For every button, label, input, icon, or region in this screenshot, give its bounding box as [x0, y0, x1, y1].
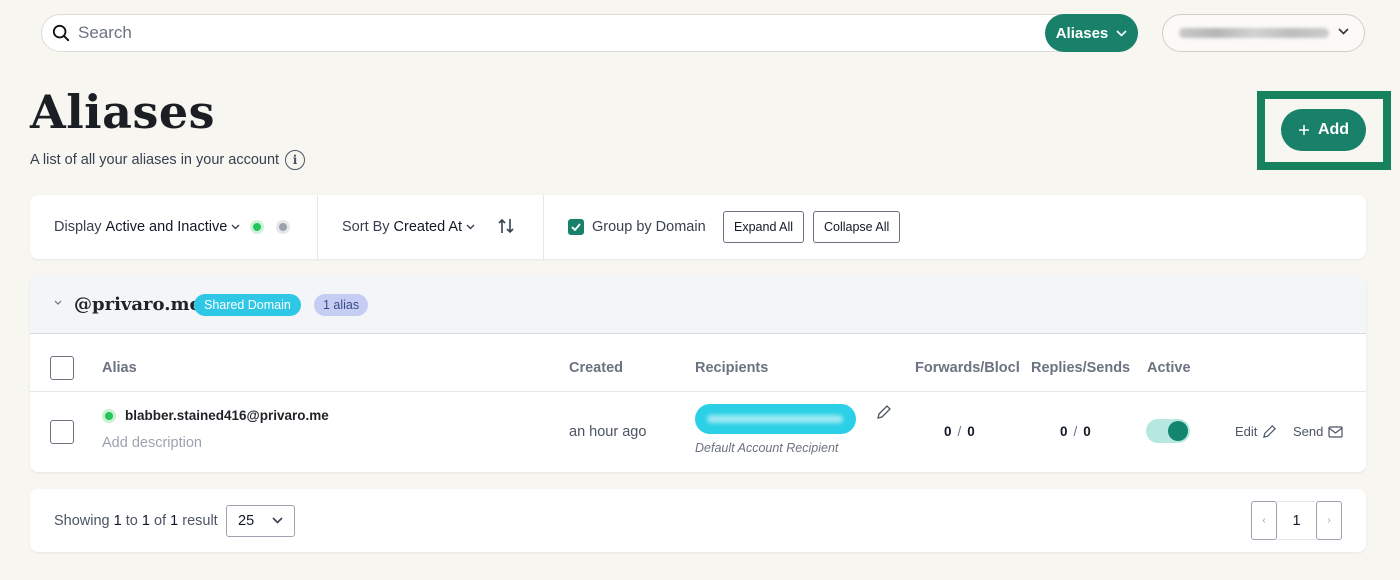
domain-group-header: @privaro.me Shared Domain 1 alias — [30, 276, 1366, 334]
sort-dropdown[interactable]: Sort By Created At — [342, 219, 475, 235]
search-bar: Aliases — [41, 14, 1138, 52]
search-input[interactable] — [78, 19, 1038, 47]
replies-count: 0 — [1060, 424, 1068, 439]
column-header-forwards-blocks[interactable]: Forwards/Blocks — [915, 360, 1019, 376]
mail-icon — [1328, 425, 1343, 438]
sort-value: Created At — [393, 219, 463, 235]
send-from-alias-button[interactable]: Send — [1293, 424, 1343, 439]
recipient-note: Default Account Recipient — [695, 441, 839, 455]
column-header-recipients: Recipients — [695, 360, 769, 376]
group-by-domain-label: Group by Domain — [592, 219, 706, 235]
alias-count-badge: 1 alias — [314, 294, 369, 316]
group-by-domain-option: Group by Domain — [568, 219, 706, 235]
forwards-blocks-count: 0/0 — [944, 424, 975, 439]
row-checkbox[interactable] — [50, 420, 74, 444]
shared-domain-badge: Shared Domain — [194, 294, 301, 316]
chevron-down-icon[interactable] — [54, 300, 62, 306]
select-all-checkbox[interactable] — [50, 356, 74, 380]
display-filter-value: Active and Inactive — [105, 219, 228, 235]
forwards-count: 0 — [944, 424, 952, 439]
divider — [317, 195, 318, 259]
results-summary: Showing 1 to 1 of 1 result — [54, 513, 218, 529]
domain-group-panel: @privaro.me Shared Domain 1 alias Alias … — [30, 276, 1366, 472]
domain-name: @privaro.me — [74, 294, 201, 315]
account-email-redacted — [1179, 28, 1329, 38]
send-label: Send — [1293, 424, 1324, 439]
add-alias-label: Add — [1317, 121, 1350, 138]
check-icon — [571, 223, 581, 231]
collapse-all-button[interactable]: Collapse All — [813, 211, 901, 243]
edit-label: Edit — [1235, 424, 1258, 439]
per-page-select[interactable]: 25 — [226, 505, 295, 537]
alias-email[interactable]: blabber.stained416@privaro.me — [125, 408, 329, 423]
divider — [543, 195, 544, 259]
display-filter-dropdown[interactable]: Display Active and Inactive — [54, 219, 291, 235]
plus-icon — [1298, 125, 1309, 135]
add-description-link[interactable]: Add description — [102, 435, 202, 451]
column-header-created[interactable]: Created — [569, 360, 623, 376]
edit-alias-button[interactable]: Edit — [1235, 424, 1277, 439]
account-menu-button[interactable] — [1162, 14, 1365, 52]
page-subtitle-text: A list of all your aliases in your accou… — [30, 152, 280, 168]
column-header-replies-sends[interactable]: Replies/Sends — [1031, 360, 1130, 376]
active-status-dot — [250, 220, 265, 234]
sort-direction-icon[interactable] — [498, 217, 514, 235]
column-header-alias[interactable]: Alias — [102, 360, 137, 376]
replies-sends-count: 0/0 — [1060, 424, 1091, 439]
pencil-icon — [1263, 425, 1277, 438]
sends-count: 0 — [1083, 424, 1091, 439]
chevron-down-icon — [1116, 29, 1127, 37]
per-page-value: 25 — [238, 513, 255, 529]
filter-bar: Display Active and Inactive Sort By Crea… — [30, 195, 1366, 259]
group-by-domain-checkbox[interactable] — [568, 219, 584, 235]
recipient-pill-redacted[interactable] — [695, 404, 856, 434]
pagination-footer: Showing 1 to 1 of 1 result 25 ‹ 1 › — [30, 489, 1366, 552]
chevron-down-icon — [272, 517, 283, 524]
inactive-status-dot — [276, 220, 291, 234]
chevron-down-icon — [1338, 28, 1349, 35]
add-alias-button[interactable]: Add — [1281, 109, 1366, 151]
previous-page-button[interactable]: ‹ — [1251, 501, 1277, 540]
page-subtitle: A list of all your aliases in your accou… — [30, 150, 306, 170]
chevron-down-icon — [466, 224, 475, 230]
info-icon[interactable]: i — [285, 150, 306, 170]
next-page-button[interactable]: › — [1316, 501, 1342, 540]
edit-recipients-pencil-icon[interactable] — [876, 404, 892, 420]
search-scope-select[interactable]: Aliases — [1045, 14, 1138, 52]
column-header-active[interactable]: Active — [1147, 360, 1191, 376]
sort-prefix: Sort By — [342, 219, 390, 235]
chevron-down-icon — [231, 224, 240, 230]
divider — [30, 391, 1366, 392]
search-scope-label: Aliases — [1055, 24, 1109, 42]
page-number-1[interactable]: 1 — [1277, 501, 1316, 540]
search-icon — [52, 24, 70, 42]
alias-created-time: an hour ago — [569, 424, 647, 440]
display-filter-prefix: Display — [54, 219, 102, 235]
alias-active-toggle[interactable] — [1146, 419, 1190, 443]
pagination: ‹ 1 › — [1251, 501, 1342, 540]
expand-all-button[interactable]: Expand All — [723, 211, 805, 243]
alias-active-status-dot — [102, 409, 116, 423]
page-title: Aliases — [30, 85, 216, 139]
blocks-count: 0 — [967, 424, 975, 439]
